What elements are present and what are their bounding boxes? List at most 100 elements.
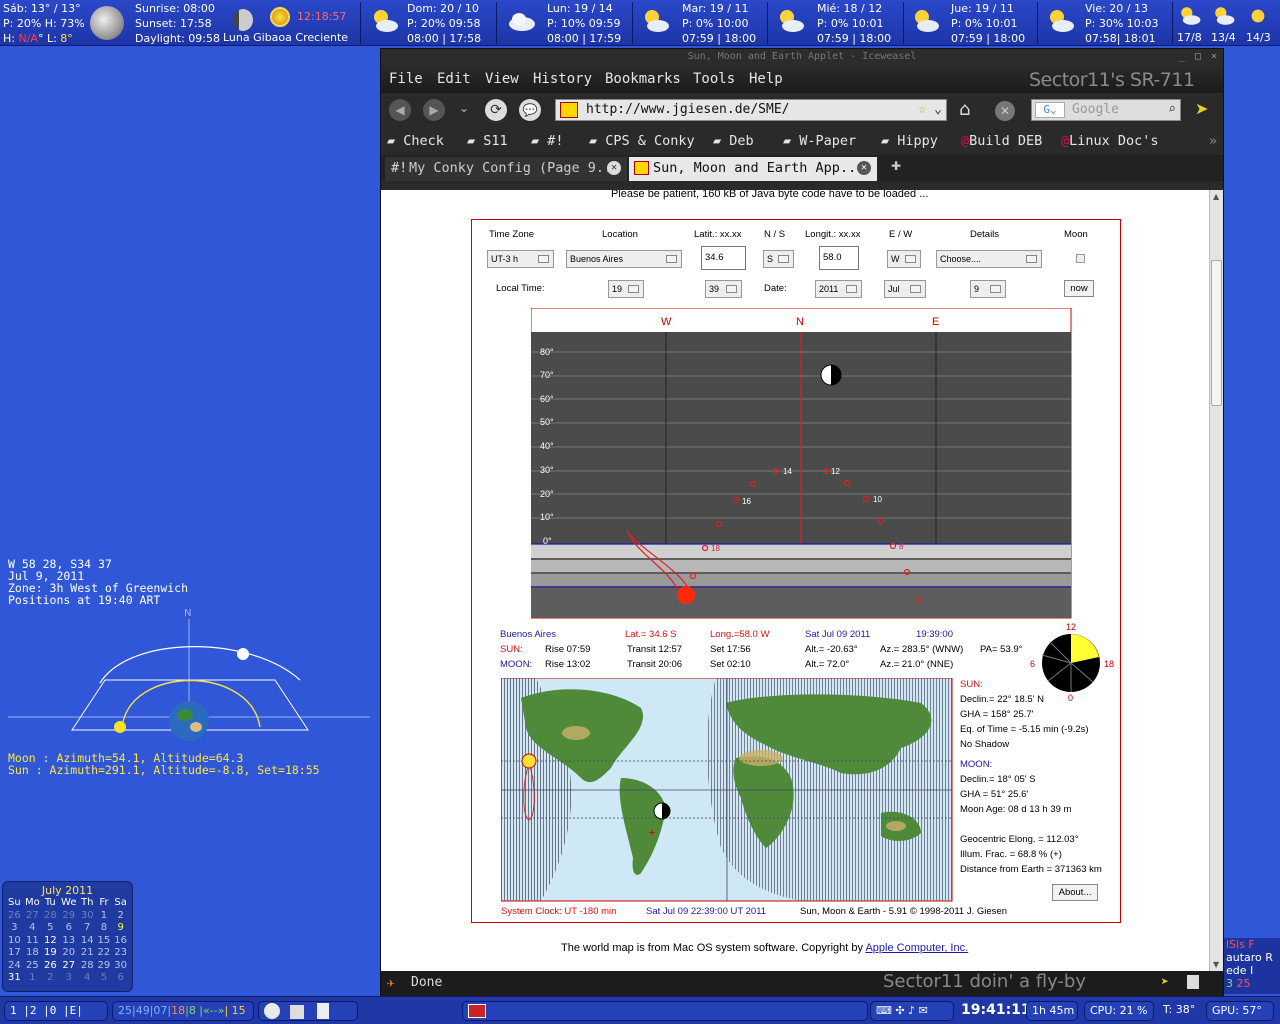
sun-marker (114, 721, 126, 733)
new-tab-button[interactable]: ✚ (891, 159, 901, 173)
file-manager-launcher-icon[interactable] (289, 1005, 304, 1019)
bookmark-check[interactable]: ▰ Check (387, 133, 444, 149)
bookmark-cps-conky[interactable]: ▰ CPS & Conky (589, 133, 695, 149)
bookmark-linux-docs[interactable]: @Linux Doc's (1061, 133, 1159, 149)
bookmark-deb[interactable]: ▰ Deb (713, 133, 754, 149)
minute-select[interactable]: 39 (705, 280, 742, 298)
moon-checkbox[interactable] (1076, 254, 1085, 263)
menu-file[interactable]: File (389, 71, 423, 87)
vertical-scrollbar[interactable]: ▲ ▼ (1209, 190, 1223, 971)
status-doc-icon[interactable] (1187, 975, 1199, 989)
moon-header: Moon (1064, 229, 1088, 240)
folder-icon: ▰ (881, 133, 890, 149)
partly-cloudy-icon (1181, 7, 1201, 25)
window-titlebar[interactable]: Sun, Moon and Earth Applet - Iceweasel _… (381, 49, 1223, 65)
close-button[interactable]: × (1211, 49, 1217, 65)
scroll-down-arrow[interactable]: ▼ (1213, 960, 1219, 969)
month-select[interactable]: Jul (884, 280, 926, 298)
menu-view[interactable]: View (485, 71, 519, 87)
cloudy-icon (509, 13, 535, 31)
cpu-usage: CPU: 21 % (1084, 1001, 1154, 1021)
bookmarks-overflow-icon[interactable]: » (1209, 133, 1217, 149)
menu-tools[interactable]: Tools (693, 71, 735, 87)
menu-edit[interactable]: Edit (437, 71, 471, 87)
back-button[interactable]: ◀ (389, 99, 411, 121)
hour-select[interactable]: 19 (608, 280, 644, 298)
about-button[interactable]: About... (1052, 884, 1098, 901)
today-weather: Sáb: 13° / 13° P: 20% H: 73% H: N/A° L: … (3, 1, 85, 46)
ns-select[interactable]: S (763, 250, 794, 268)
chat-icon[interactable]: 💬 (519, 99, 541, 121)
site-favicon (560, 102, 578, 118)
news-widget: lSis F autaro R ede I 3 25 (1224, 938, 1280, 994)
illuminated-fraction: Illum. Frac. = 68.8 % (+) (960, 849, 1062, 860)
menu-history[interactable]: History (533, 71, 592, 87)
google-engine-icon[interactable]: G⌄ (1035, 102, 1065, 118)
keyboard-tray-icon[interactable]: ⌨ (876, 1004, 892, 1017)
longitude-input[interactable]: 58.0 (819, 246, 859, 270)
text-editor-launcher-icon[interactable] (317, 1003, 329, 1019)
tab-close-icon[interactable]: ✕ (857, 161, 871, 175)
tab-close-icon[interactable]: ✕ (607, 161, 621, 175)
url-dropdown-icon[interactable]: ⌄ (934, 100, 942, 120)
year-select[interactable]: 2011 (815, 280, 862, 298)
bookmark-s11[interactable]: ▰ S11 (467, 133, 508, 149)
dial-18: 18 (1104, 659, 1114, 669)
iceweasel-task-button[interactable] (468, 1004, 486, 1018)
bookmark-build-deb[interactable]: @Build DEB (961, 133, 1042, 149)
sun-hour-label: 14 (783, 467, 792, 476)
tab-sun-moon-earth[interactable]: Sun, Moon and Earth App... ✕ (629, 157, 877, 181)
moon-az: Az.= 21.0° (NNE) (880, 659, 954, 670)
moon-transit: Transit 20:06 (627, 659, 683, 670)
launcher-bar (258, 1001, 358, 1021)
maximize-button[interactable]: □ (1195, 49, 1201, 65)
panel-clock[interactable]: 19:41:11 (956, 1001, 1031, 1021)
search-input[interactable]: G⌄ Google ⌕ (1031, 99, 1181, 121)
cursor-icon: ➤ (1195, 99, 1209, 118)
location-select[interactable]: Buenos Aires (566, 250, 682, 268)
browser-window: Sun, Moon and Earth Applet - Iceweasel _… (380, 48, 1224, 996)
navigation-toolbar: ◀ ▶ ⌄ ⟳ 💬 http://www.jgiesen.de/SME/ ☆ ⌄… (381, 93, 1223, 127)
ew-select[interactable]: W (887, 250, 921, 268)
workspace-switcher[interactable]: 1 |2 |0 |E| (4, 1001, 108, 1021)
debian-icon: @ (1061, 133, 1070, 149)
network-tray-icon[interactable]: ✣ (895, 1004, 904, 1017)
iceweasel-launcher-icon[interactable] (264, 1003, 280, 1019)
url-bar[interactable]: http://www.jgiesen.de/SME/ ☆ ⌄ (555, 99, 947, 121)
day-select[interactable]: 9 (970, 280, 1006, 298)
timezone-select[interactable]: UT-3 h (487, 250, 554, 268)
sun-label: SUN: (500, 644, 523, 655)
scrollbar-thumb[interactable] (1211, 260, 1222, 406)
conky-position-info: W 58 28, S34 37 Jul 9, 2011 Zone: 3h Wes… (8, 557, 189, 607)
history-dropdown-icon[interactable]: ⌄ (459, 101, 469, 115)
details-select[interactable]: Choose.... (936, 250, 1042, 268)
menu-bar: File Edit View History Bookmarks Tools H… (381, 65, 1223, 93)
reload-button[interactable]: ⟳ (485, 99, 507, 121)
theme-brand: Sector11's SR-711 (1029, 69, 1195, 91)
bookmark-hippy[interactable]: ▰ Hippy (881, 133, 938, 149)
tab-conky-config[interactable]: #! My Conky Config (Page 9... ✕ (385, 157, 627, 181)
sun-hour-label: 18 (711, 544, 720, 553)
search-icon[interactable]: ⌕ (1168, 100, 1176, 120)
now-button[interactable]: now (1064, 280, 1094, 297)
mail-tray-icon[interactable]: ✉ (919, 1004, 928, 1017)
gpu-temp: GPU: 57° (1206, 1001, 1274, 1021)
scroll-up-arrow[interactable]: ▲ (1213, 192, 1219, 201)
latitude-header: Latit.: xx.xx (694, 229, 742, 240)
bookmark-wpaper[interactable]: ▰ W-Paper (783, 133, 856, 149)
sun-hour-label: 10 (873, 495, 882, 504)
stop-button[interactable]: ✕ (995, 101, 1015, 121)
volume-tray-icon[interactable]: ♪ (908, 1004, 915, 1017)
forward-button[interactable]: ▶ (423, 99, 445, 121)
alt-tick: 40° (540, 441, 554, 451)
menu-bookmarks[interactable]: Bookmarks (605, 71, 681, 87)
minimize-button[interactable]: _ (1179, 49, 1185, 65)
home-button[interactable]: ⌂ (959, 99, 970, 120)
apple-link[interactable]: Apple Computer, Inc. (865, 942, 968, 954)
geocentric-elongation: Geocentric Elong. = 112.03° (960, 834, 1079, 845)
bookmark-star-icon[interactable]: ☆ (918, 100, 926, 120)
moon-sun-readout: Moon : Azimuth=54.1, Altitude=64.3 Sun :… (8, 751, 320, 777)
latitude-input[interactable]: 34.6 (701, 246, 746, 270)
bookmark-crunchbang[interactable]: ▰ #! (531, 133, 564, 149)
menu-help[interactable]: Help (749, 71, 783, 87)
